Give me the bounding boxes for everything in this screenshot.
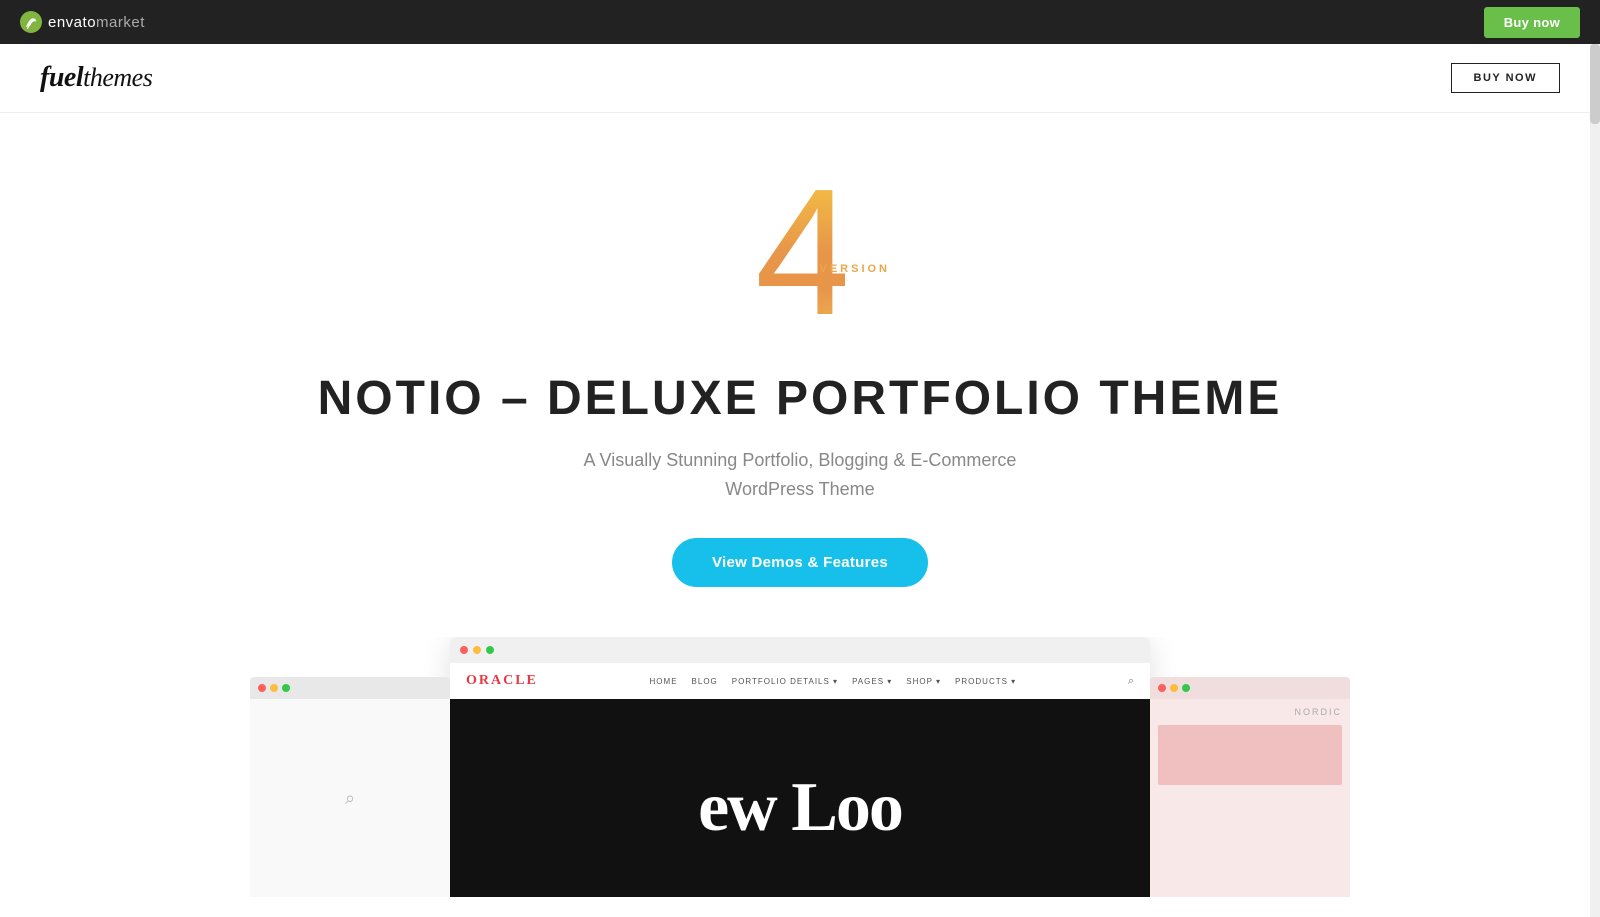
view-demos-button[interactable]: View Demos & Features bbox=[672, 538, 928, 587]
preview-hero-text: ew Loo bbox=[698, 773, 902, 843]
nordic-label: NORDIC bbox=[1295, 707, 1343, 717]
oracle-search-icon: ⌕ bbox=[1128, 675, 1134, 688]
preview-right-dots-bar bbox=[1150, 677, 1350, 699]
preview-main-card: ORACLE HOME BLOG PORTFOLIO DETAILS ▾ PAG… bbox=[450, 637, 1150, 897]
search-icon: ⌕ bbox=[345, 788, 355, 809]
dot-yellow-right bbox=[1170, 684, 1178, 692]
envato-logo: envatomarket bbox=[20, 11, 145, 33]
preview-left-dots-bar bbox=[250, 677, 450, 699]
dot-red-right bbox=[1158, 684, 1166, 692]
nav-link-pages: PAGES ▾ bbox=[852, 677, 892, 686]
dot-red bbox=[258, 684, 266, 692]
preview-left-card: ⌕ bbox=[250, 677, 450, 897]
nav-link-products: PRODUCTS ▾ bbox=[955, 677, 1016, 686]
dot-green-main bbox=[486, 646, 494, 654]
version-graphic: 4 VERSION bbox=[700, 153, 900, 353]
dot-red-main bbox=[460, 646, 468, 654]
preview-main-inner: ORACLE HOME BLOG PORTFOLIO DETAILS ▾ PAG… bbox=[450, 663, 1150, 897]
envato-leaf-icon bbox=[20, 11, 42, 33]
hero-subtitle: A Visually Stunning Portfolio, Blogging … bbox=[584, 446, 1017, 504]
scrollbar-thumb[interactable] bbox=[1590, 44, 1600, 124]
buy-now-top-button[interactable]: Buy now bbox=[1484, 7, 1580, 38]
nav-link-blog: BLOG bbox=[692, 677, 718, 686]
hero-section: 4 VERSION NOTIO – DELUXE PORTFOLIO THEME… bbox=[0, 113, 1600, 917]
version-label: VERSION bbox=[819, 263, 890, 275]
preview-left-inner: ⌕ bbox=[250, 699, 450, 897]
preview-right-inner: NORDIC bbox=[1150, 699, 1350, 897]
nav-link-portfolio: PORTFOLIO DETAILS ▾ bbox=[732, 677, 838, 686]
fuel-themes-logo: fuelthemes bbox=[40, 62, 152, 94]
pink-decorative-block bbox=[1158, 725, 1342, 785]
scrollbar[interactable] bbox=[1590, 44, 1600, 917]
version-number: 4 bbox=[755, 163, 845, 343]
nav-link-shop: SHOP ▾ bbox=[906, 677, 941, 686]
envato-logo-text: envatomarket bbox=[48, 14, 145, 31]
main-content: fuelthemes BUY NOW 4 VERSION NOTIO – DEL… bbox=[0, 44, 1600, 917]
oracle-nav: ORACLE HOME BLOG PORTFOLIO DETAILS ▾ PAG… bbox=[450, 663, 1150, 699]
theme-header: fuelthemes BUY NOW bbox=[0, 44, 1600, 113]
dot-green bbox=[282, 684, 290, 692]
dot-green-right bbox=[1182, 684, 1190, 692]
preview-section: ⌕ ORACLE HOME BLOG PORTFOLIO DE bbox=[250, 637, 1350, 897]
buy-now-header-button[interactable]: BUY NOW bbox=[1451, 63, 1560, 93]
hero-title: NOTIO – DELUXE PORTFOLIO THEME bbox=[318, 373, 1283, 426]
preview-hero-area: ew Loo bbox=[450, 699, 1150, 897]
nav-link-home: HOME bbox=[650, 677, 678, 686]
dot-yellow bbox=[270, 684, 278, 692]
oracle-logo: ORACLE bbox=[466, 673, 538, 689]
preview-right-card: NORDIC bbox=[1150, 677, 1350, 897]
preview-main-dots-bar bbox=[450, 637, 1150, 663]
top-navbar: envatomarket Buy now bbox=[0, 0, 1600, 44]
dot-yellow-main bbox=[473, 646, 481, 654]
oracle-nav-links: HOME BLOG PORTFOLIO DETAILS ▾ PAGES ▾ SH… bbox=[650, 677, 1017, 686]
